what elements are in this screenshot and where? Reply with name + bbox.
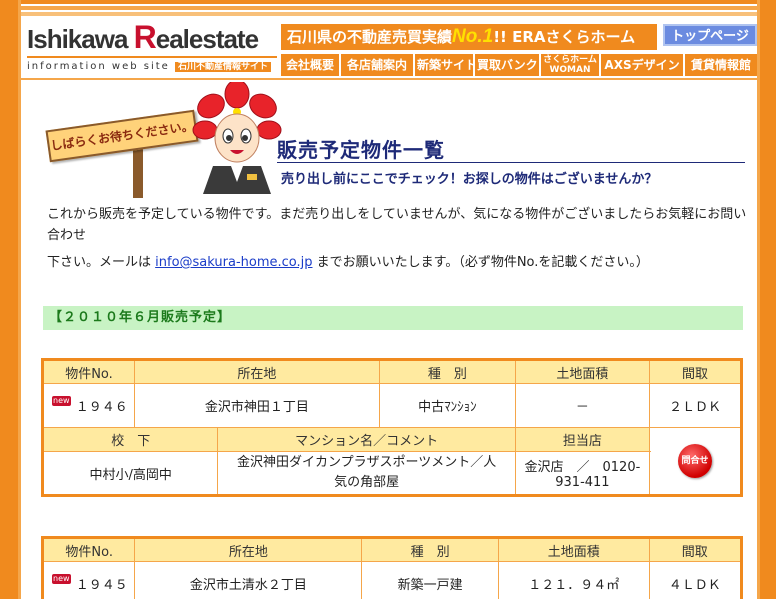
banner-pre: 石川県の不動産売買実績: [287, 28, 453, 46]
nav-woman[interactable]: さくらホーム WOMAN: [541, 54, 599, 76]
main-nav: 会社概要 各店舗案内 新築サイト 買取バンク さくらホーム WOMAN AXSデザ…: [281, 54, 757, 76]
wait-sign: しばらくお待ちください。: [45, 109, 207, 198]
header-land: 土地面積: [497, 537, 650, 562]
header-layout: 間取: [648, 537, 743, 562]
sign-post: [133, 144, 143, 198]
property-table-1: 物件No. 所在地 種 別 土地面積 間取 new １９４６ 金沢市神田１丁目 …: [41, 358, 743, 497]
logo-letter-r: R: [133, 19, 157, 55]
page-frame: Ishikawa Realestate information web site…: [18, 0, 760, 599]
cell-land: １２１．９４㎡: [497, 561, 650, 599]
title-underline: [277, 162, 745, 163]
cell-layout: ４ＬＤＫ: [648, 561, 743, 599]
sign-board: しばらくお待ちください。: [45, 109, 199, 163]
page-title: 販売予定物件一覧: [277, 138, 445, 162]
nav-divider: [21, 78, 757, 80]
top-stripe: [21, 0, 757, 18]
nav-rental[interactable]: 賃貸情報館: [685, 54, 757, 76]
cell-layout: ２ＬＤＫ: [649, 383, 742, 428]
property-no: １９４６: [75, 400, 128, 415]
header-no: 物件No.: [41, 537, 136, 562]
intro-line1: これから販売を予定している物件です。まだ売り出しをしていませんが、気になる物件が…: [47, 207, 747, 243]
nav-stores[interactable]: 各店舗案内: [341, 54, 413, 76]
nav-newbuild[interactable]: 新築サイト: [415, 54, 477, 76]
header-comment: マンション名／コメント: [217, 427, 516, 452]
new-badge: new: [52, 573, 71, 584]
nav-buyback[interactable]: 買取バンク: [475, 54, 539, 76]
cell-location: 金沢市土清水２丁目: [134, 561, 363, 599]
header-type: 種 別: [361, 537, 499, 562]
email-link[interactable]: info@sakura-home.co.jp: [155, 255, 312, 270]
logo-tagline-jp: 石川不動産情報サイト: [175, 62, 272, 72]
header-land: 土地面積: [514, 359, 651, 384]
page-subtitle: 売り出し前にここでチェック！お探しの物件はございませんか？: [281, 172, 658, 187]
header-location: 所在地: [134, 537, 363, 562]
inquiry-button[interactable]: 問合せ: [678, 444, 712, 478]
section-heading: 【２０１０年６月販売予定】: [43, 306, 743, 330]
logo-tagline: information web site: [27, 61, 170, 72]
header-no: 物件No.: [42, 359, 135, 384]
cell-type: 新築一戸建: [361, 561, 499, 599]
cell-school: 中村小/高岡中: [41, 451, 219, 496]
property-table-2: 物件No. 所在地 種 別 土地面積 間取 new １９４５ 金沢市土清水２丁目…: [41, 536, 743, 599]
property-no: １９４５: [75, 577, 128, 593]
cell-comment: 金沢神田ダイカンプラザスポーツメント／人気の角部屋: [217, 451, 516, 496]
header-school: 校 下: [41, 427, 219, 452]
cell-location: 金沢市神田１丁目: [134, 383, 380, 428]
intro-text: これから販売を予定している物件です。まだ売り出しをしていませんが、気になる物件が…: [47, 204, 747, 273]
intro-line2: 下さい。メールは info@sakura-home.co.jp までお願いいたし…: [47, 252, 747, 273]
cell-no: new １９４６: [42, 383, 135, 428]
intro-line2-post: までお願いいたします。（必ず物件No.を記載ください。）: [312, 255, 649, 270]
logo-word-realestate: ealestate: [155, 24, 259, 54]
cell-land: －: [514, 383, 651, 428]
header-office: 担当店: [514, 427, 651, 452]
header-banner: 石川県の不動産売買実績No.1!! ERAさくらホーム: [281, 24, 657, 50]
cell-inquiry: 問合せ: [649, 427, 742, 496]
header-location: 所在地: [134, 359, 380, 384]
nav-woman-line1: さくらホーム: [543, 55, 597, 65]
top-page-button[interactable]: トップページ: [663, 24, 757, 46]
intro-line2-pre: 下さい。メールは: [47, 255, 156, 270]
site-logo[interactable]: Ishikawa Realestate information web site…: [27, 19, 277, 78]
cell-no: new １９４５: [41, 561, 136, 599]
cell-type: 中古ﾏﾝｼｮﾝ: [378, 383, 516, 428]
header-layout: 間取: [649, 359, 742, 384]
nav-axs[interactable]: AXSデザイン: [601, 54, 683, 76]
nav-company[interactable]: 会社概要: [281, 54, 339, 76]
header-type: 種 別: [378, 359, 516, 384]
nav-woman-line2: WOMAN: [549, 65, 591, 75]
cell-office: 金沢店 ／ 0120-931-411: [514, 451, 651, 496]
banner-no1: No.1: [452, 26, 494, 47]
mascot-illustration: [192, 82, 282, 194]
banner-post: !! ERAさくらホーム: [493, 28, 636, 46]
logo-word-ishikawa: shikawa: [33, 24, 134, 54]
new-badge: new: [52, 396, 71, 406]
